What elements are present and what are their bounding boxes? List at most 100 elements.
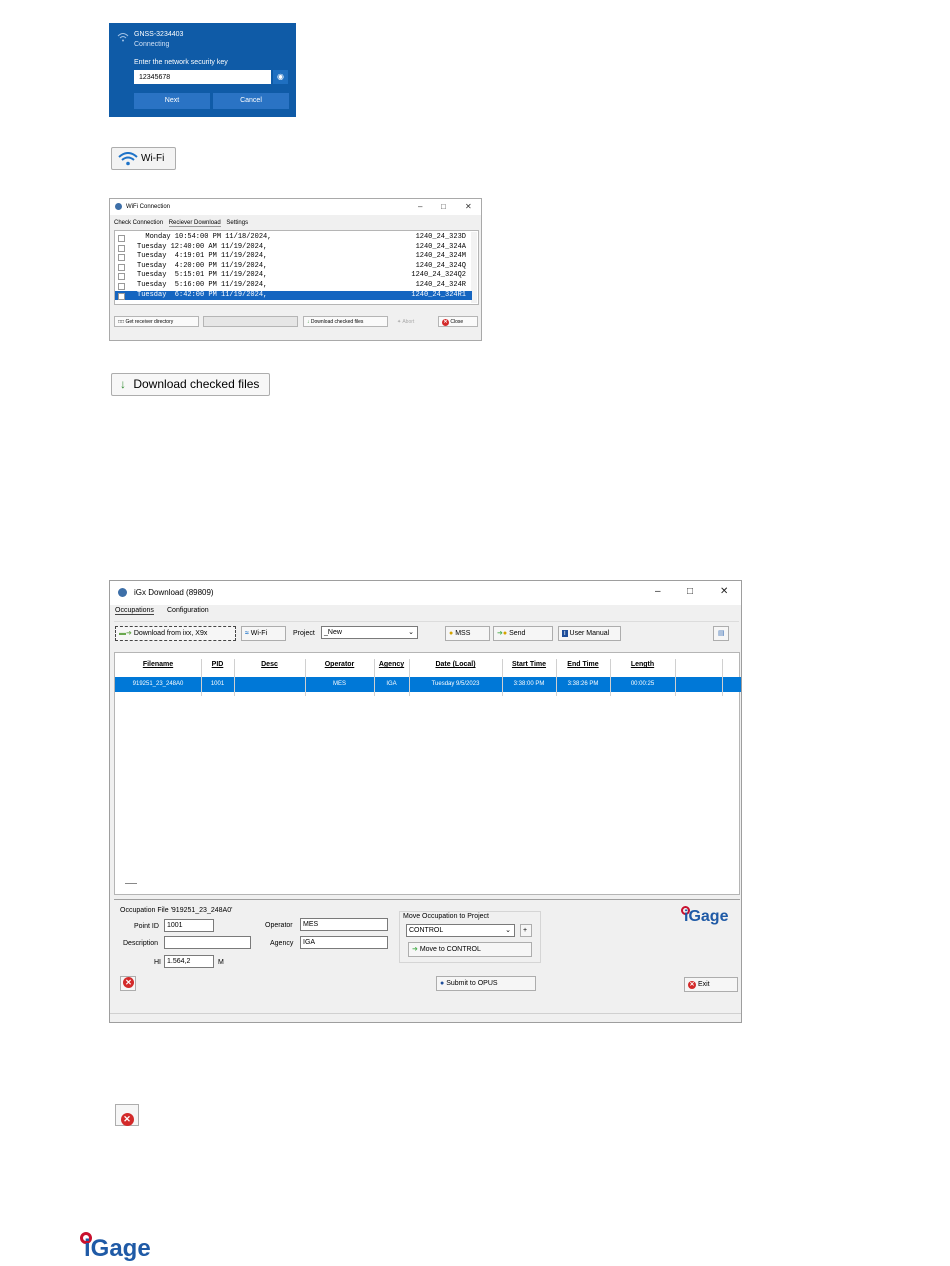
add-project-button[interactable]: + bbox=[520, 924, 532, 937]
tab-receiver-download[interactable]: Reciever Download bbox=[168, 220, 221, 227]
security-key-input[interactable]: 12345678 bbox=[134, 70, 271, 84]
minimize-icon[interactable]: – bbox=[655, 586, 661, 597]
column-header[interactable]: Desc bbox=[234, 661, 305, 668]
list-item[interactable]: Tuesday 5:16:00 PM 11/19/2024, 1240_24_32… bbox=[115, 281, 472, 290]
operator-input[interactable]: MES bbox=[300, 918, 388, 931]
hi-input[interactable]: 1.564,2 bbox=[164, 955, 214, 968]
maximize-icon[interactable]: □ bbox=[687, 586, 693, 597]
column-header[interactable]: End Time bbox=[556, 661, 610, 668]
column-header[interactable]: PID bbox=[201, 661, 234, 668]
tab-settings[interactable]: Settings bbox=[226, 220, 248, 226]
receiver-file-list[interactable]: Monday 10:54:00 PM 11/18/2024, 1240_24_32… bbox=[114, 230, 479, 305]
column-header[interactable]: Agency bbox=[374, 661, 409, 668]
footer-igage-logo: iGage bbox=[80, 1232, 170, 1266]
logo-text: iGage bbox=[684, 908, 729, 925]
file-name: 1240_24_324R bbox=[415, 281, 466, 289]
list-item[interactable]: Tuesday 4:20:00 PM 11/19/2024, 1240_24_32… bbox=[115, 262, 472, 271]
wifi-button[interactable]: Wi-Fi bbox=[111, 147, 176, 170]
table-row[interactable]: 919251_23_248A0 1001 MES IGA Tuesday 9/5/202… bbox=[115, 677, 741, 692]
user-icon: ● bbox=[449, 630, 454, 637]
list-item[interactable]: Tuesday 12:40:00 AM 11/19/2024, 1240_24_3… bbox=[115, 243, 472, 252]
get-directory-label: Get receiver directory bbox=[125, 319, 174, 325]
tab-check-connection[interactable]: Check Connection bbox=[114, 220, 163, 226]
list-item[interactable]: Monday 10:54:00 PM 11/18/2024, 1240_24_32… bbox=[115, 233, 472, 242]
exit-icon: ✕ bbox=[688, 981, 696, 989]
arrow-right-icon: ➜ bbox=[412, 946, 418, 953]
row-checkbox[interactable] bbox=[118, 254, 125, 262]
delete-occupation-button[interactable]: ✕ bbox=[120, 976, 136, 991]
close-icon[interactable]: ✕ bbox=[720, 586, 728, 597]
close-label: Close bbox=[450, 319, 464, 325]
column-header[interactable]: Start Time bbox=[502, 661, 556, 668]
table-cell: 3:38:00 PM bbox=[513, 681, 545, 687]
cable-icon: ▬➜ bbox=[119, 630, 132, 637]
download-checked-files-button[interactable]: ↓ Download checked files bbox=[111, 373, 270, 396]
download-from-receiver-button[interactable]: ▬➜ Download from ixx, X9x bbox=[115, 626, 236, 641]
file-date: Tuesday 4:20:00 PM 11/19/2024, bbox=[137, 261, 268, 270]
file-name: 1240_24_324Q2 bbox=[411, 271, 466, 280]
hi-label: HI bbox=[154, 959, 161, 966]
row-checkbox[interactable] bbox=[118, 283, 125, 290]
column-header[interactable]: Operator bbox=[305, 661, 374, 668]
get-receiver-directory-button[interactable]: □□ Get receiver directory bbox=[114, 316, 199, 327]
splitter-handle[interactable] bbox=[125, 883, 137, 884]
exit-button[interactable]: ✕ Exit bbox=[684, 977, 738, 992]
tab-strip: Check Connection Reciever Download Setti… bbox=[114, 220, 252, 227]
file-date: Tuesday 12:40:00 AM 11/19/2024, bbox=[137, 242, 268, 251]
column-divider bbox=[201, 659, 202, 696]
column-divider bbox=[556, 659, 557, 696]
row-checkbox[interactable] bbox=[118, 235, 125, 242]
globe-icon: ● bbox=[440, 980, 445, 987]
mss-button[interactable]: ● MSS bbox=[445, 626, 490, 641]
move-occupation-group: Move Occupation to Project CONTROL ⌄ + ➜… bbox=[399, 911, 541, 963]
download-checked-files-small-button[interactable]: ↓ Download checked files bbox=[303, 316, 388, 327]
wifi-button[interactable]: ≈ Wi-Fi bbox=[241, 626, 286, 641]
close-icon[interactable]: ✕ bbox=[465, 202, 472, 211]
file-date: Tuesday 6:42:00 PM 11/19/2024, bbox=[137, 290, 268, 299]
submit-to-opus-label: Submit to OPUS bbox=[446, 980, 498, 987]
close-button[interactable]: ✕ Close bbox=[438, 316, 478, 327]
list-item[interactable]: Tuesday 6:42:00 PM 11/19/2024, 1240_24_32… bbox=[115, 290, 472, 300]
cancel-button[interactable]: Cancel bbox=[213, 93, 289, 109]
move-to-control-button[interactable]: ➜ Move to CONTROL bbox=[408, 942, 532, 957]
list-item[interactable]: Tuesday 5:15:01 PM 11/19/2024, 1240_24_32… bbox=[115, 271, 472, 281]
project-select[interactable]: _New ⌄ bbox=[321, 626, 418, 639]
move-project-select[interactable]: CONTROL ⌄ bbox=[406, 924, 515, 937]
wifi-signal-icon bbox=[117, 33, 129, 42]
delete-button-sample[interactable]: ✕ bbox=[115, 1104, 139, 1126]
network-key-dialog: GNSS-3234403 Connecting Enter the networ… bbox=[109, 23, 296, 117]
column-header[interactable]: Date (Local) bbox=[409, 661, 502, 668]
reveal-password-icon[interactable]: ◉ bbox=[273, 70, 288, 84]
description-input[interactable] bbox=[164, 936, 251, 949]
user-icon: ● bbox=[502, 630, 508, 637]
table-cell: 3:38:26 PM bbox=[567, 681, 599, 687]
column-divider bbox=[305, 659, 306, 696]
chevron-down-icon: ⌄ bbox=[408, 629, 414, 636]
row-checkbox[interactable] bbox=[118, 244, 125, 252]
submit-to-opus-button[interactable]: ● Submit to OPUS bbox=[436, 976, 536, 991]
toolbar: ▬➜ Download from ixx, X9x ≈ Wi-Fi Projec… bbox=[114, 621, 739, 648]
notes-button[interactable]: ▤ bbox=[713, 626, 729, 641]
agency-input[interactable]: IGA bbox=[300, 936, 388, 949]
down-arrow-icon: ↓ bbox=[307, 319, 310, 325]
user-manual-button[interactable]: i User Manual bbox=[558, 626, 621, 641]
send-button[interactable]: ➜● Send bbox=[493, 626, 553, 641]
column-header[interactable]: Length bbox=[610, 661, 675, 668]
next-button[interactable]: Next bbox=[134, 93, 210, 109]
row-checkbox[interactable] bbox=[118, 292, 125, 300]
abort-button[interactable]: ✦ Abort bbox=[393, 316, 433, 327]
maximize-icon[interactable]: □ bbox=[441, 202, 446, 211]
row-checkbox[interactable] bbox=[118, 263, 125, 271]
list-item[interactable]: Tuesday 4:19:01 PM 11/19/2024, 1240_24_32… bbox=[115, 252, 472, 262]
minimize-icon[interactable]: – bbox=[418, 202, 422, 211]
row-checkbox[interactable] bbox=[118, 273, 125, 281]
column-header[interactable]: Filename bbox=[115, 661, 201, 668]
delete-icon: ✕ bbox=[123, 977, 134, 988]
occupations-table[interactable]: 919251_23_248A0 1001 MES IGA Tuesday 9/5/202… bbox=[114, 652, 741, 895]
point-id-input[interactable]: 1001 bbox=[164, 919, 214, 932]
wifi-label: Wi-Fi bbox=[250, 630, 268, 637]
user-manual-label: User Manual bbox=[569, 630, 610, 637]
tab-occupations[interactable]: Occupations bbox=[115, 607, 154, 615]
wifi-button-label: Wi-Fi bbox=[141, 153, 165, 164]
tab-configuration[interactable]: Configuration bbox=[167, 607, 209, 614]
